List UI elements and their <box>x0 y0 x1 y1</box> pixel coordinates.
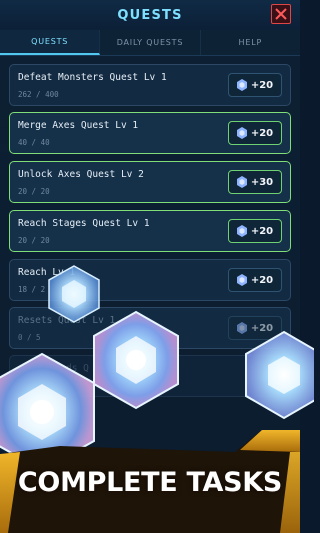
claim-reward-button[interactable]: +20 <box>228 73 282 97</box>
quest-progress: 40 / 40 <box>18 138 50 147</box>
quest-card: Merge Axes Quest Lv 1 40 / 40 +20 <box>9 112 291 154</box>
claim-reward-button[interactable]: +30 <box>228 170 282 194</box>
tab-bar: QUESTS DAILY QUESTS HELP <box>0 30 300 56</box>
reward-amount: +20 <box>250 127 274 139</box>
quest-progress: 20 / 20 <box>18 236 50 245</box>
gem-icon <box>236 176 247 188</box>
quest-progress: 18 / 2 <box>18 285 46 294</box>
gem-icon <box>236 127 247 139</box>
quests-header: QUESTS <box>0 0 300 30</box>
crystal-cube-icon <box>93 310 179 410</box>
reward-amount: +30 <box>250 176 274 188</box>
quest-progress: 262 / 400 <box>18 90 59 99</box>
tab-help[interactable]: HELP <box>201 30 300 55</box>
close-icon <box>275 8 287 20</box>
tab-daily-quests[interactable]: DAILY QUESTS <box>100 30 201 55</box>
reward-amount: +20 <box>250 79 274 91</box>
quest-name: Reach Stages Quest Lv 1 <box>18 218 150 229</box>
close-button[interactable] <box>271 4 291 24</box>
quest-card: Unlock Axes Quest Lv 2 20 / 20 +30 <box>9 161 291 203</box>
crystal-cube-icon <box>245 330 314 420</box>
page-title: QUESTS <box>117 7 183 23</box>
quest-card: Reach Stages Quest Lv 1 20 / 20 +20 <box>9 210 291 252</box>
claim-reward-button[interactable]: +20 <box>228 121 282 145</box>
quest-name: Defeat Monsters Quest Lv 1 <box>18 72 167 83</box>
promo-text: COMPLETE TASKS <box>17 467 283 498</box>
claim-reward-button[interactable]: +20 <box>228 219 282 243</box>
reward-amount: +20 <box>250 225 274 237</box>
quest-name: Merge Axes Quest Lv 1 <box>18 120 139 131</box>
tab-quests[interactable]: QUESTS <box>0 30 101 55</box>
gem-icon <box>236 225 247 237</box>
quest-name: Unlock Axes Quest Lv 2 <box>18 169 144 180</box>
claim-reward-button[interactable]: +20 <box>228 268 282 292</box>
gem-icon <box>236 274 247 286</box>
quest-progress: 20 / 20 <box>18 187 50 196</box>
quest-card: Defeat Monsters Quest Lv 1 262 / 400 +20 <box>9 64 291 106</box>
gem-icon <box>236 79 247 91</box>
quest-progress: 0 / 5 <box>18 333 41 342</box>
reward-amount: +20 <box>250 274 274 286</box>
